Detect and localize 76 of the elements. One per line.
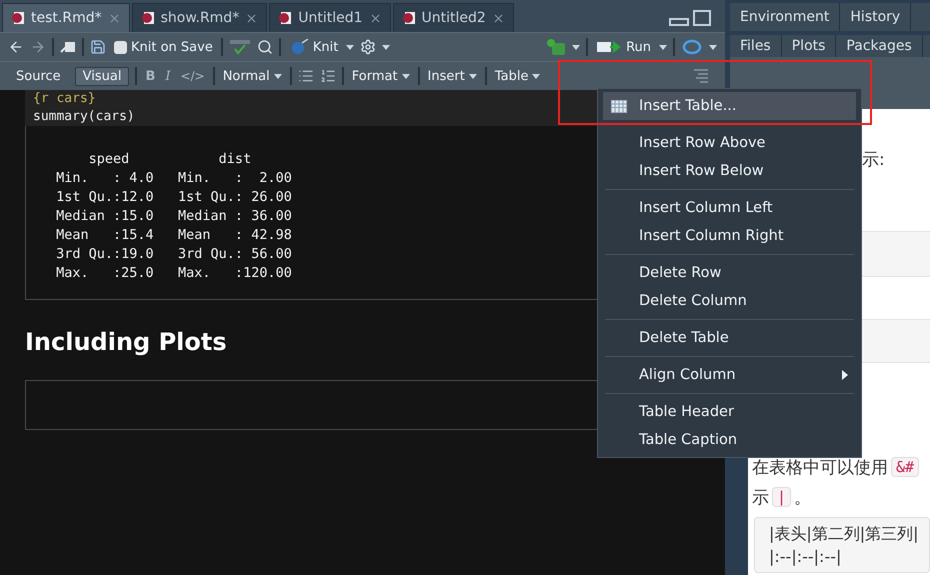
- output-line: Min. : 4.0 Min. : 2.00: [55, 169, 292, 188]
- caret-icon: [659, 44, 667, 50]
- chunk-header: {r cars}: [33, 91, 96, 106]
- caret-icon: [532, 74, 540, 78]
- editor-tab[interactable]: test.Rmd*: [2, 3, 130, 32]
- caret-icon: [402, 74, 410, 78]
- output-line: 1st Qu.:12.0 1st Qu.: 26.00: [55, 188, 292, 207]
- menu-item[interactable]: Insert Table...: [603, 92, 856, 120]
- output-line: Max. :25.0 Max. :120.00: [55, 264, 292, 283]
- close-icon[interactable]: [492, 12, 505, 24]
- menu-item[interactable]: Delete Row: [603, 259, 856, 287]
- paragraph-text: 示: [752, 486, 769, 508]
- minimize-icon[interactable]: [669, 16, 689, 26]
- style-dropdown[interactable]: Normal: [220, 68, 284, 84]
- pane-tab[interactable]: History: [840, 3, 912, 31]
- window-icon[interactable]: [60, 40, 76, 54]
- back-icon[interactable]: [8, 39, 24, 55]
- inline-code: &#: [891, 457, 920, 477]
- forward-icon[interactable]: [30, 39, 46, 55]
- caret-icon: [709, 44, 717, 50]
- code-line: |表头|第二列|第三列|: [769, 524, 915, 545]
- menu-item[interactable]: Align Column: [603, 361, 856, 389]
- search-icon[interactable]: [256, 39, 273, 55]
- maximize-icon[interactable]: [693, 10, 711, 26]
- caret-icon: [274, 74, 282, 78]
- insert-menu[interactable]: Insert: [426, 68, 479, 84]
- editor-tab[interactable]: show.Rmd*: [132, 3, 268, 32]
- close-icon[interactable]: [108, 12, 121, 24]
- editor-mode-tab[interactable]: Source: [8, 66, 69, 86]
- output-line: speed dist: [88, 150, 252, 169]
- text-fragment: 示:: [862, 148, 885, 170]
- menu-item[interactable]: Delete Column: [603, 287, 856, 315]
- caret-icon: [572, 44, 580, 50]
- menu-item[interactable]: Insert Column Right: [603, 222, 856, 250]
- menu-item[interactable]: Insert Row Below: [603, 157, 856, 185]
- caret-icon: [346, 44, 354, 50]
- menu-item[interactable]: Insert Column Left: [603, 194, 856, 222]
- close-icon[interactable]: [245, 12, 258, 24]
- editor-tab[interactable]: Untitled1: [269, 3, 390, 32]
- file-icon: [278, 11, 292, 25]
- paragraph-text: 。: [794, 486, 812, 508]
- bullet-list-icon[interactable]: [298, 68, 314, 84]
- menu-item[interactable]: Delete Table: [603, 324, 856, 352]
- file-icon: [11, 11, 25, 25]
- output-line: Median :15.0 Median : 36.00: [55, 207, 292, 226]
- editor-mode-tab[interactable]: Visual: [74, 66, 130, 86]
- output-line: 3rd Qu.:19.0 3rd Qu.: 56.00: [55, 245, 292, 264]
- spellcheck-icon[interactable]: [228, 39, 251, 55]
- menu-item[interactable]: Insert Row Above: [603, 129, 856, 157]
- caret-icon: [468, 74, 477, 78]
- submenu-arrow-icon: [842, 370, 848, 380]
- file-icon: [402, 11, 416, 25]
- format-menu[interactable]: Format: [350, 68, 412, 84]
- close-icon[interactable]: [368, 12, 382, 24]
- run-icon: [596, 40, 622, 54]
- table-menu[interactable]: Table: [492, 68, 542, 84]
- menu-item[interactable]: Table Header: [603, 398, 856, 426]
- save-icon[interactable]: [90, 39, 106, 55]
- paragraph-text: 在表格中可以使用: [752, 456, 888, 478]
- code-line: summary(cars): [33, 109, 135, 124]
- run-button[interactable]: Run: [594, 40, 653, 54]
- knit-on-save-checkbox[interactable]: Knit on Save: [112, 40, 215, 54]
- menu-item[interactable]: Table Caption: [603, 426, 856, 454]
- numbered-list-icon[interactable]: [320, 68, 336, 84]
- table-icon: [611, 100, 627, 112]
- outline-icon[interactable]: [693, 69, 709, 83]
- settings-icon[interactable]: [360, 39, 376, 55]
- pane-tab[interactable]: Environment: [730, 3, 840, 31]
- caret-icon: [382, 44, 390, 50]
- section-heading: Including Plots: [25, 328, 227, 356]
- editor-tab[interactable]: Untitled2: [392, 3, 514, 32]
- file-icon: [140, 11, 155, 25]
- code-line: |:--|:--|:--|: [769, 547, 842, 566]
- output-line: Mean :15.4 Mean : 42.98: [55, 226, 292, 245]
- knit-button[interactable]: Knit: [286, 39, 340, 55]
- inline-code: |: [772, 487, 792, 507]
